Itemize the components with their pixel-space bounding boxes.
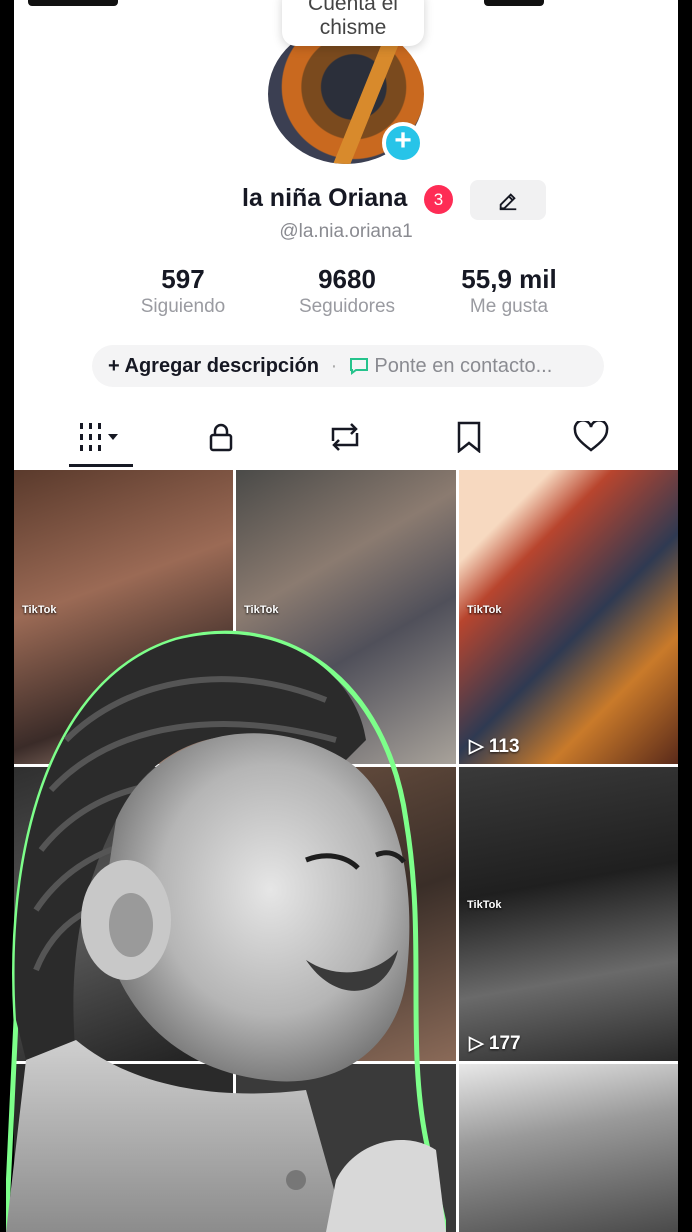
view-count-value: 113	[488, 736, 520, 757]
grid-icon	[80, 423, 118, 452]
tiktok-watermark: TikTok	[22, 604, 57, 616]
stat-value: 9680	[318, 264, 376, 294]
stat-label: Me gusta	[469, 296, 549, 317]
tab-liked[interactable]	[536, 412, 646, 462]
stat-value: 597	[161, 264, 205, 294]
profile-tabs	[14, 412, 678, 468]
repost-icon	[331, 423, 359, 451]
lock-icon	[209, 423, 233, 452]
edit-profile-button[interactable]	[470, 180, 546, 220]
add-description-label: Agregar descripción	[124, 355, 320, 377]
status-bar-fragment	[28, 0, 118, 6]
stats-row: 597 Siguiendo 9680 Seguidores 55,9 mil M…	[14, 264, 678, 324]
bookmark-icon	[457, 421, 481, 454]
name-row: la niña Oriana 3	[14, 180, 678, 220]
chisme-bubble[interactable]: Cuenta el chisme	[282, 0, 424, 46]
bubble-text: Cuenta el chisme	[308, 0, 398, 39]
username: @la.nia.oriana1	[279, 221, 413, 242]
add-description-button[interactable]: + Agregar descripción	[108, 355, 325, 377]
tab-videos[interactable]	[46, 412, 156, 462]
heart-icon	[573, 419, 609, 452]
display-name: la niña Oriana	[242, 184, 408, 212]
plus-icon: +	[108, 355, 120, 377]
tiktok-watermark: TikTok	[244, 604, 279, 616]
stat-likes[interactable]: 55,9 mil Me gusta	[424, 264, 594, 318]
baby-sticker-overlay	[6, 630, 446, 1232]
view-count-value: 177	[488, 1033, 521, 1054]
stat-following[interactable]: 597 Siguiendo	[98, 264, 268, 318]
stat-label: Seguidores	[298, 296, 396, 317]
view-count: ▷ 113	[469, 736, 520, 757]
status-bar-fragment	[484, 0, 544, 6]
pencil-icon	[499, 193, 517, 211]
tab-reposts[interactable]	[290, 412, 400, 462]
tiktok-watermark: TikTok	[467, 604, 502, 616]
video-thumbnail[interactable]	[459, 1064, 678, 1232]
stat-followers[interactable]: 9680 Seguidores	[262, 264, 432, 318]
view-count: ▷ 177	[469, 1033, 521, 1054]
stat-value: 55,9 mil	[461, 264, 557, 294]
add-story-button[interactable]: +	[382, 122, 424, 164]
video-thumbnail[interactable]: TikTok ▷ 177	[459, 767, 678, 1061]
description-row: + Agregar descripción · Ponte en contact…	[92, 345, 604, 387]
stat-label: Siguiendo	[140, 296, 226, 317]
active-tab-indicator	[69, 464, 133, 467]
tab-saved[interactable]	[414, 412, 524, 462]
tiktok-watermark: TikTok	[467, 899, 502, 911]
tab-private[interactable]	[166, 412, 276, 462]
contact-label: Ponte en contacto...	[374, 355, 553, 377]
notification-badge[interactable]: 3	[424, 185, 453, 214]
contact-button[interactable]: Ponte en contacto...	[349, 355, 552, 377]
video-thumbnail[interactable]: TikTok ▷ 113	[459, 470, 678, 764]
chat-bubble-icon	[349, 358, 368, 375]
separator: ·	[330, 355, 338, 377]
